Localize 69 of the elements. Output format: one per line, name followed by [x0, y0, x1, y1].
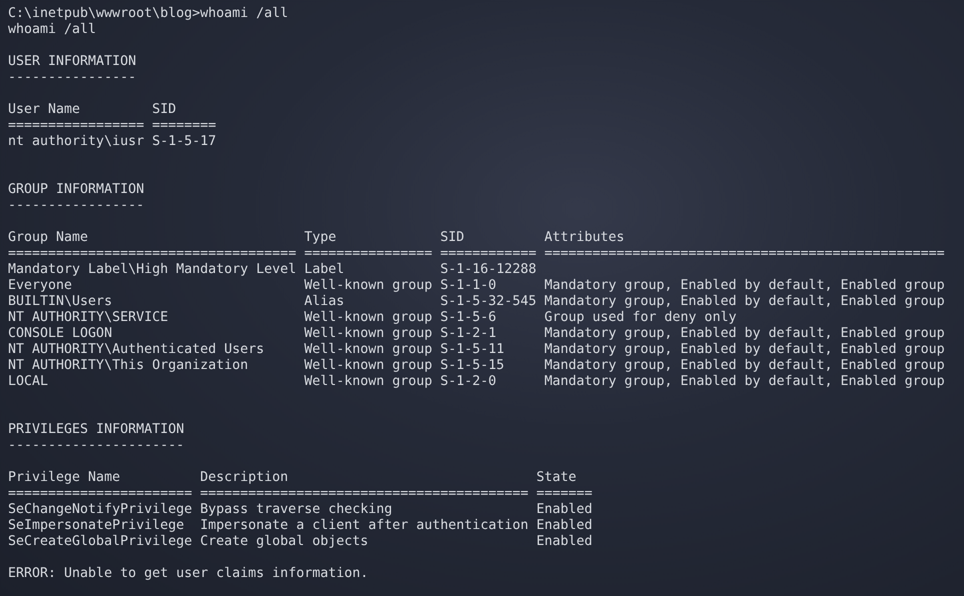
table-cell: S-1-5-17 — [152, 134, 216, 149]
table-cell: Enabled — [536, 518, 592, 533]
table-cell: Well-known group — [304, 310, 432, 325]
column-header: SID — [440, 230, 464, 245]
table-cell: Well-known group — [304, 278, 432, 293]
column-header: SID — [152, 102, 176, 117]
table-cell: Everyone — [8, 278, 72, 293]
column-underline: ================================================== — [544, 246, 945, 261]
heading-underline: ---------------- — [8, 70, 136, 85]
section-heading: USER INFORMATION — [8, 54, 136, 69]
table-cell: Create global objects — [200, 534, 368, 549]
table-cell: CONSOLE LOGON — [8, 326, 112, 341]
heading-underline: ---------------------- — [8, 438, 184, 453]
command-echo: whoami /all — [8, 22, 96, 37]
table-cell: NT AUTHORITY\SERVICE — [8, 310, 168, 325]
column-header: Privilege Name — [8, 470, 120, 485]
table-cell: Alias — [304, 294, 344, 309]
table-cell: SeImpersonatePrivilege — [8, 518, 184, 533]
table-cell: LOCAL — [8, 374, 48, 389]
table-cell: NT AUTHORITY\Authenticated Users — [8, 342, 264, 357]
table-cell: Well-known group — [304, 326, 432, 341]
column-header: Description — [200, 470, 288, 485]
table-cell: S-1-5-6 — [440, 310, 496, 325]
table-cell: NT AUTHORITY\This Organization — [8, 358, 248, 373]
table-cell: Enabled — [536, 534, 592, 549]
column-header: Type — [304, 230, 336, 245]
table-cell: Mandatory group, Enabled by default, Enabled group — [544, 326, 945, 341]
table-cell: Mandatory group, Enabled by default, Enabled group — [544, 294, 945, 309]
table-cell: Group used for deny only — [544, 310, 736, 325]
column-underline: ======================= — [8, 486, 192, 501]
table-cell: Mandatory group, Enabled by default, Enabled group — [544, 278, 945, 293]
heading-underline: ----------------- — [8, 198, 144, 213]
table-cell: Bypass traverse checking — [200, 502, 392, 517]
column-header: User Name — [8, 102, 80, 117]
table-cell: S-1-5-32-545 — [440, 294, 536, 309]
column-underline: ================ — [304, 246, 432, 261]
column-header: Group Name — [8, 230, 88, 245]
table-cell: Enabled — [536, 502, 592, 517]
table-cell: Well-known group — [304, 342, 432, 357]
column-underline: ================= — [8, 118, 144, 133]
section-heading: PRIVILEGES INFORMATION — [8, 422, 184, 437]
table-cell: S-1-2-0 — [440, 374, 496, 389]
table-cell: Impersonate a client after authentication — [200, 518, 528, 533]
table-cell: Well-known group — [304, 358, 432, 373]
table-cell: Mandatory group, Enabled by default, Enabled group — [544, 358, 945, 373]
column-underline: ============ — [440, 246, 536, 261]
column-header: State — [536, 470, 576, 485]
column-underline: ======= — [536, 486, 592, 501]
table-cell: BUILTIN\Users — [8, 294, 112, 309]
column-underline: ========================================= — [200, 486, 528, 501]
table-cell: Label — [304, 262, 344, 277]
column-underline: ======== — [152, 118, 216, 133]
table-cell: S-1-16-12288 — [440, 262, 536, 277]
table-cell: S-1-5-11 — [440, 342, 504, 357]
table-cell: nt authority\iusr — [8, 134, 144, 149]
section-heading: GROUP INFORMATION — [8, 182, 144, 197]
column-header: Attributes — [544, 230, 624, 245]
table-cell: S-1-1-0 — [440, 278, 496, 293]
table-cell: Mandatory group, Enabled by default, Enabled group — [544, 342, 945, 357]
error-message: ERROR: Unable to get user claims information. — [8, 566, 368, 581]
table-cell: S-1-5-15 — [440, 358, 504, 373]
table-cell: SeChangeNotifyPrivilege — [8, 502, 192, 517]
table-cell: Mandatory group, Enabled by default, Enabled group — [544, 374, 945, 389]
table-cell: Mandatory Label\High Mandatory Level — [8, 262, 296, 277]
table-cell: S-1-2-1 — [440, 326, 496, 341]
table-cell: SeCreateGlobalPrivilege — [8, 534, 192, 549]
table-cell: Well-known group — [304, 374, 432, 389]
command-prompt-line: C:\inetpub\wwwroot\blog>whoami /all — [8, 6, 288, 21]
column-underline: ==================================== — [8, 246, 296, 261]
